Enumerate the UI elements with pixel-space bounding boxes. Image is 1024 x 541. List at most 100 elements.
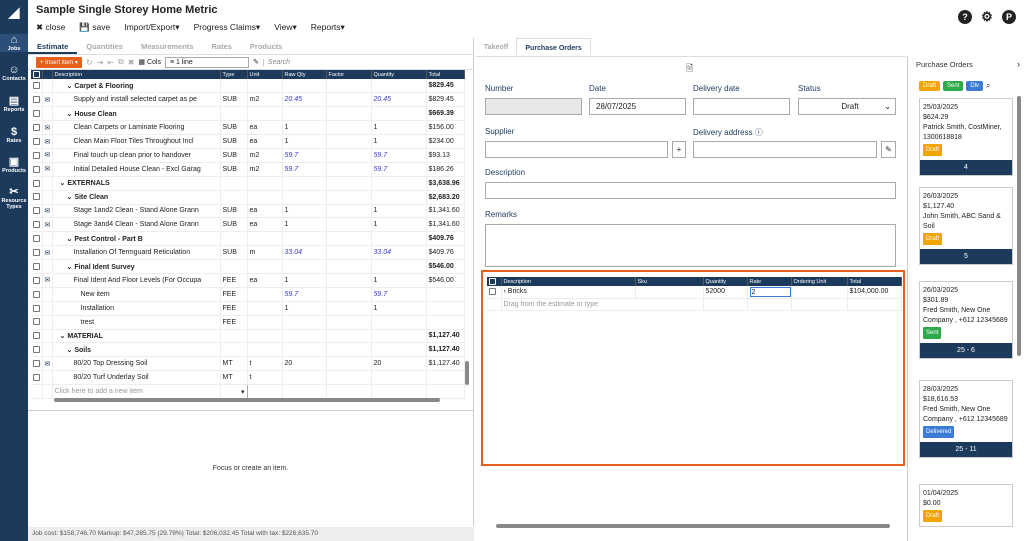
row-unit[interactable]: m2	[247, 162, 283, 177]
row-factor[interactable]	[326, 315, 372, 330]
po-row-rate-input[interactable]: 2	[749, 286, 790, 297]
row-factor[interactable]	[326, 245, 372, 261]
row-factor[interactable]	[326, 301, 372, 316]
row-checkbox[interactable]	[31, 329, 43, 344]
checkbox[interactable]	[33, 262, 40, 270]
row-factor[interactable]	[326, 162, 372, 177]
po-row-rate[interactable]: 2	[747, 286, 792, 299]
row-unit[interactable]	[247, 301, 283, 316]
col-unit[interactable]: Unit	[247, 70, 283, 79]
row-unit[interactable]: ea	[247, 134, 283, 149]
row-description[interactable]: Final Ident And Floor Levels (For Occupa	[52, 273, 221, 288]
col-type[interactable]: Type	[220, 70, 248, 79]
sidebar-item-rates[interactable]: $ Rates	[0, 126, 28, 144]
checkbox[interactable]	[33, 248, 40, 256]
row-quantity[interactable]: 33.04	[371, 245, 427, 261]
lines-select[interactable]: ≡ 1 line	[164, 56, 249, 68]
checkbox[interactable]	[33, 82, 40, 90]
row-description[interactable]: ⌄ Final Ident Survey	[52, 259, 221, 274]
row-quantity[interactable]: 59.7	[371, 162, 427, 177]
pencil-icon[interactable]: ✎	[253, 58, 259, 66]
row-quantity[interactable]	[371, 79, 427, 94]
row-description[interactable]: Installation Of Termguard Reticulation	[52, 245, 221, 261]
row-type[interactable]: FEE	[220, 287, 248, 302]
row-checkbox[interactable]	[31, 79, 43, 94]
checkbox[interactable]	[33, 276, 40, 284]
col-factor[interactable]: Factor	[326, 70, 372, 79]
row-unit[interactable]	[247, 329, 283, 344]
row-factor[interactable]	[326, 356, 372, 372]
add-row-type-select[interactable]: ▾	[219, 384, 248, 399]
tab-quantities[interactable]: Quantities	[77, 38, 132, 54]
reports-menu[interactable]: Reports▾	[311, 22, 345, 33]
checkbox[interactable]	[33, 151, 40, 159]
row-raw-qty[interactable]	[282, 231, 327, 247]
row-checkbox[interactable]	[31, 259, 43, 274]
row-quantity[interactable]	[371, 329, 427, 344]
row-raw-qty[interactable]: 59.7	[282, 148, 327, 163]
checkbox[interactable]	[33, 373, 40, 381]
checkbox[interactable]	[33, 235, 40, 243]
edit-address-button[interactable]: ✎	[881, 141, 896, 158]
row-type[interactable]: SUB	[220, 217, 248, 233]
chevron-right-icon[interactable]: ›	[1017, 59, 1020, 69]
add-supplier-button[interactable]: +	[672, 141, 686, 158]
row-unit[interactable]	[247, 342, 283, 358]
table-row[interactable]: ✉ Stage 3and4 Clean - Stand Alone Grann SU…	[31, 217, 465, 233]
row-quantity[interactable]	[371, 342, 427, 358]
refresh-icon[interactable]: ↻	[86, 58, 93, 67]
checkbox[interactable]	[33, 360, 40, 368]
row-unit[interactable]	[247, 315, 283, 330]
row-description[interactable]: Clean Carpets or Laminate Flooring	[52, 120, 221, 136]
description-field[interactable]	[485, 182, 896, 199]
row-factor[interactable]	[326, 287, 372, 302]
row-type[interactable]	[220, 329, 248, 344]
table-row[interactable]: ✉ Final Ident And Floor Levels (For Occup…	[31, 273, 465, 288]
checkbox[interactable]	[33, 290, 40, 298]
profile-avatar[interactable]: P	[1002, 10, 1016, 24]
row-unit[interactable]	[247, 231, 283, 247]
add-item-row[interactable]: Click here to add a new item ▾	[31, 384, 465, 399]
table-row[interactable]: ✉ Clean Carpets or Laminate Flooring SUB ea…	[31, 120, 465, 136]
row-description[interactable]: ⌄ House Clean	[52, 106, 221, 122]
row-checkbox[interactable]	[31, 190, 43, 205]
po-row-sku[interactable]	[635, 286, 704, 299]
row-unit[interactable]: t	[247, 356, 283, 372]
row-type[interactable]	[220, 106, 248, 122]
row-factor[interactable]	[326, 273, 372, 288]
row-checkbox[interactable]	[31, 134, 43, 149]
row-type[interactable]: SUB	[220, 92, 248, 108]
tab-rates[interactable]: Rates	[202, 38, 240, 54]
row-checkbox[interactable]	[31, 342, 43, 358]
row-raw-qty[interactable]: 1	[282, 120, 327, 136]
po-card[interactable]: 28/03/2025 $18,616.53 Fred Smith, New One …	[919, 380, 1013, 458]
row-type[interactable]: FEE	[220, 273, 248, 288]
sidebar-item-resource-types[interactable]: ✂ Resource Types	[0, 186, 28, 210]
checkbox[interactable]	[33, 165, 40, 173]
row-quantity[interactable]	[371, 370, 427, 386]
view-menu[interactable]: View▾	[274, 22, 297, 33]
row-checkbox[interactable]	[31, 231, 43, 247]
row-description[interactable]: Supply and install selected carpet as pe	[52, 92, 221, 108]
table-row[interactable]: ✉ Supply and install selected carpet as p…	[31, 92, 465, 108]
row-type[interactable]	[220, 259, 248, 274]
table-row[interactable]: ✉ Initial Detailed House Clean - Excl Gar…	[31, 162, 465, 177]
row-factor[interactable]	[326, 176, 372, 191]
outdent-icon[interactable]: ⇤	[107, 58, 114, 67]
row-raw-qty[interactable]: 59.7	[282, 162, 327, 177]
row-raw-qty[interactable]	[282, 190, 327, 205]
row-type[interactable]: SUB	[220, 204, 248, 219]
row-unit[interactable]: t	[247, 370, 283, 386]
row-unit[interactable]: ea	[247, 204, 283, 219]
delivery-address-field[interactable]	[693, 141, 877, 158]
table-row[interactable]: ⌄ Site Clean $2,683.20	[31, 190, 465, 205]
table-row[interactable]: ⌄ EXTERNALS $3,638.96	[31, 176, 465, 191]
row-type[interactable]	[220, 231, 248, 247]
po-add-row[interactable]: Drag from the estimate or type	[487, 298, 902, 311]
row-factor[interactable]	[326, 217, 372, 233]
select-all-header[interactable]	[31, 70, 43, 79]
table-row[interactable]: ✉ Final touch up clean prior to handover S…	[31, 148, 465, 163]
table-row[interactable]: New item FEE 59.7 59.7	[31, 287, 465, 302]
row-quantity[interactable]: 20.45	[371, 92, 427, 108]
row-checkbox[interactable]	[31, 370, 43, 386]
